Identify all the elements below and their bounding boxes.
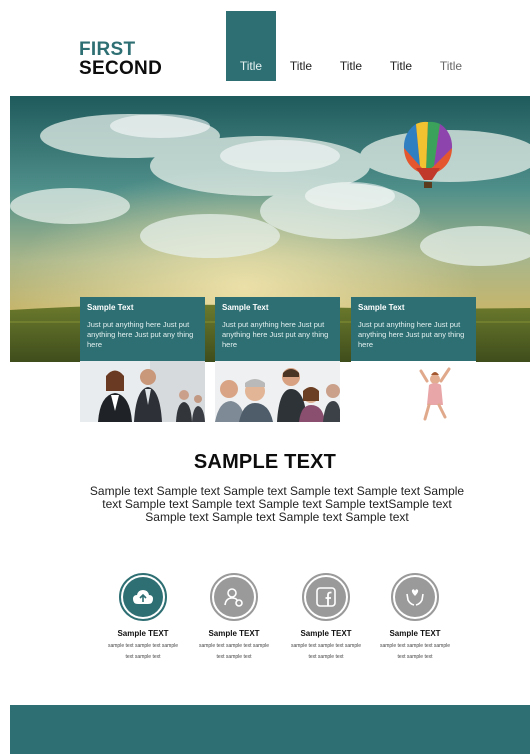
feature-card-3[interactable]: Sample Text Just put anything here Just … xyxy=(351,297,476,422)
logo[interactable]: FIRST SECOND xyxy=(79,40,162,78)
service-title: Sample TEXT xyxy=(300,629,352,638)
card-title: Sample Text xyxy=(358,303,405,312)
feature-card-1[interactable]: Sample Text Just put anything here Just … xyxy=(80,297,205,422)
nav-item-5[interactable]: Title xyxy=(426,11,476,81)
service-item-2[interactable]: Sample TEXT sample text sample text samp… xyxy=(189,573,279,663)
service-item-3[interactable]: Sample TEXT sample text sample text samp… xyxy=(281,573,371,663)
service-text: sample text sample text sample text samp… xyxy=(198,643,270,660)
person-gear-icon xyxy=(224,588,243,607)
service-text: sample text sample text sample text samp… xyxy=(290,643,362,660)
card-caption: Sample Text Just put anything here Just … xyxy=(215,297,340,361)
service-title: Sample TEXT xyxy=(208,629,260,638)
footer-band xyxy=(10,705,530,754)
nav-item-4[interactable]: Title xyxy=(376,11,426,81)
service-icon-ring xyxy=(302,573,350,621)
card-caption: Sample Text Just put anything here Just … xyxy=(351,297,476,361)
logo-line-2: SECOND xyxy=(79,58,163,79)
service-icon-ring xyxy=(119,573,167,621)
card-text: Just put anything here Just put anything… xyxy=(87,320,194,349)
nav-item-1[interactable]: Title xyxy=(226,11,276,81)
logo-line-1: FIRST xyxy=(79,39,136,60)
service-item-4[interactable]: Sample TEXT sample text sample text samp… xyxy=(370,573,460,663)
facebook-icon xyxy=(316,587,336,607)
card-text: Just put anything here Just put anything… xyxy=(222,320,329,349)
top-nav: Title Title Title Title Title xyxy=(226,11,476,81)
service-item-1[interactable]: Sample TEXT sample text sample text samp… xyxy=(98,573,188,663)
card-text: Just put anything here Just put anything… xyxy=(358,320,465,349)
service-title: Sample TEXT xyxy=(389,629,441,638)
team-meeting-photo xyxy=(215,361,340,422)
nav-item-2[interactable]: Title xyxy=(276,11,326,81)
service-text: sample text sample text sample text samp… xyxy=(379,643,451,660)
service-text: sample text sample text sample text samp… xyxy=(107,643,179,660)
service-icon-ring xyxy=(391,573,439,621)
jumping-girl-photo xyxy=(351,361,476,422)
card-title: Sample Text xyxy=(222,303,269,312)
hands-heart-icon xyxy=(406,589,424,606)
card-caption: Sample Text Just put anything here Just … xyxy=(80,297,205,361)
section-headline: SAMPLE TEXT xyxy=(193,451,337,473)
service-icon-ring xyxy=(210,573,258,621)
service-title: Sample TEXT xyxy=(117,629,169,638)
section-body-text: Sample text Sample text Sample text Samp… xyxy=(89,484,465,524)
cloud-upload-icon xyxy=(133,590,153,604)
feature-card-2[interactable]: Sample Text Just put anything here Just … xyxy=(215,297,340,422)
nav-item-3[interactable]: Title xyxy=(326,11,376,81)
card-title: Sample Text xyxy=(87,303,134,312)
business-people-photo xyxy=(80,361,205,422)
